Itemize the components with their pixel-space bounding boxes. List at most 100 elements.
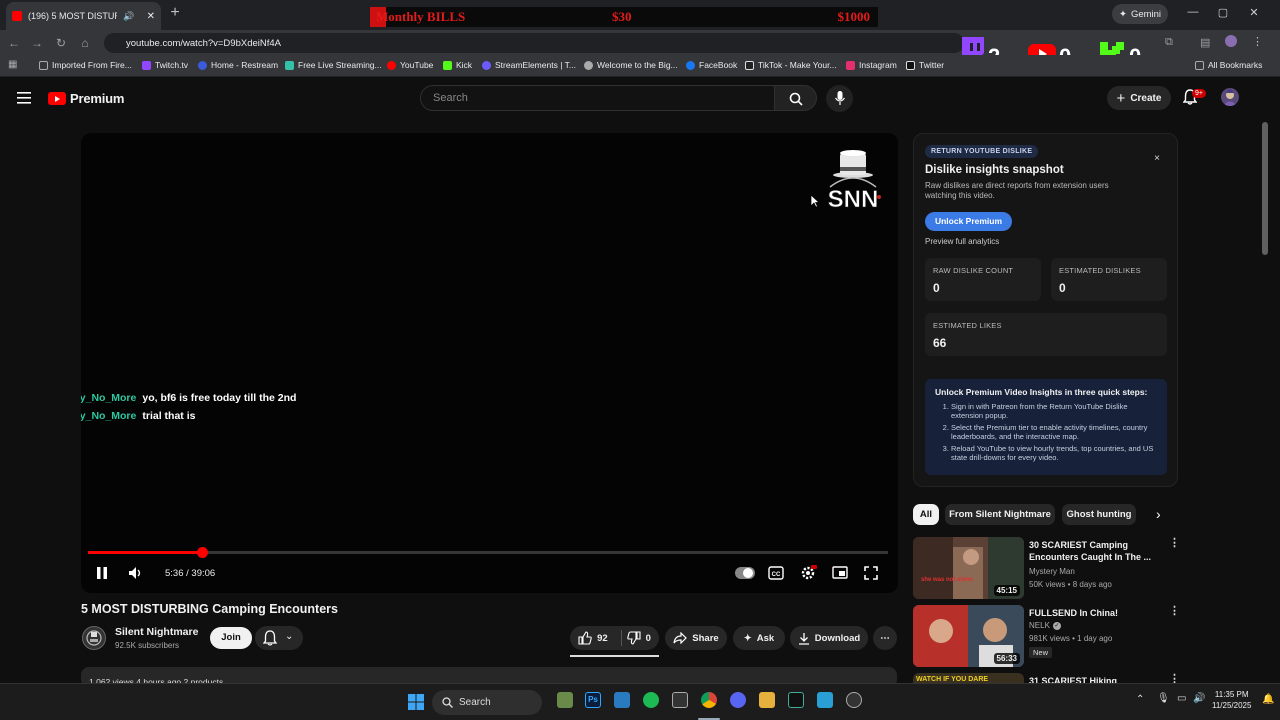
tab-close-icon[interactable]: ✕ xyxy=(147,11,155,22)
preview-analytics-link[interactable]: Preview full analytics xyxy=(925,237,999,246)
audio-app-icon[interactable] xyxy=(788,692,804,708)
channel-avatar[interactable] xyxy=(82,626,106,650)
taskbar-app-icon[interactable] xyxy=(557,692,573,708)
panel-close-icon[interactable]: × xyxy=(1154,153,1160,164)
recommended-video[interactable]: WATCH IF YOU DARE 31 SCARIEST Hiking Enc… xyxy=(913,673,1183,683)
spotify-icon[interactable] xyxy=(643,692,659,708)
unlock-premium-button[interactable]: Unlock Premium xyxy=(925,212,1012,231)
facebook-icon xyxy=(686,60,695,70)
captions-icon[interactable]: CC xyxy=(768,566,784,580)
more-vert-icon[interactable]: ⋮ xyxy=(1169,538,1180,549)
share-button[interactable]: Share xyxy=(665,626,727,650)
ask-button[interactable]: ✦ Ask xyxy=(733,626,785,650)
all-bookmarks[interactable]: All Bookmarks xyxy=(1195,60,1262,70)
bookmark-item[interactable]: StreamElements | T... xyxy=(482,60,576,70)
share-icon xyxy=(673,632,688,644)
video-thumbnail[interactable]: WATCH IF YOU DARE xyxy=(913,673,1024,683)
thumbs-up-icon[interactable] xyxy=(578,631,592,645)
sidepanel-icon[interactable]: ▤ xyxy=(1200,36,1210,49)
home-icon[interactable]: ⌂ xyxy=(78,36,92,50)
theater-mode-icon[interactable] xyxy=(832,566,848,579)
extensions-icon[interactable]: ⧉ xyxy=(1165,36,1173,49)
discord-icon[interactable] xyxy=(730,692,746,708)
video-thumbnail[interactable]: she was not alone 45:15 xyxy=(913,537,1024,599)
file-explorer-icon[interactable] xyxy=(759,692,775,708)
recommended-video[interactable]: 56:33 FULLSEND In China! NELK ✓ 981K vie… xyxy=(913,605,1183,667)
bookmark-item[interactable]: Home - Restream xyxy=(198,60,278,70)
chevron-up-icon[interactable]: ⌃ xyxy=(1136,694,1144,705)
taskbar-search[interactable]: Search xyxy=(432,690,542,715)
snn-logo-text: SNN xyxy=(828,186,879,213)
video-thumbnail[interactable]: 56:33 xyxy=(913,605,1024,667)
more-actions-button[interactable]: ⋯ xyxy=(873,626,897,650)
system-clock[interactable]: 11:35 PM 11/25/2025 xyxy=(1212,689,1251,711)
search-button[interactable] xyxy=(775,85,817,111)
profile-avatar[interactable] xyxy=(1225,35,1237,47)
chrome-menu-icon[interactable]: ⋮ xyxy=(1252,35,1263,48)
notepad-icon[interactable] xyxy=(817,692,833,708)
more-vert-icon[interactable]: ⋮ xyxy=(1169,674,1180,684)
chevron-right-icon[interactable]: › xyxy=(1156,506,1161,522)
video-channel: NELK xyxy=(1029,621,1050,630)
maximize-icon[interactable]: ▢ xyxy=(1216,6,1230,19)
scrubber-handle[interactable] xyxy=(197,547,209,558)
bookmark-item[interactable]: YouTube xyxy=(387,60,433,70)
apps-grid-icon[interactable]: ▦ xyxy=(8,59,17,70)
twitch-icon xyxy=(142,60,151,70)
join-button[interactable]: Join xyxy=(210,627,252,649)
back-icon[interactable]: ← xyxy=(7,36,21,50)
network-icon[interactable]: ▭ xyxy=(1177,693,1186,704)
channel-name[interactable]: Silent Nightmare xyxy=(115,626,198,638)
recommended-video[interactable]: she was not alone 45:15 30 SCARIEST Camp… xyxy=(913,537,1183,599)
terminal-icon[interactable] xyxy=(672,692,688,708)
bookmark-item[interactable]: Free Live Streaming... xyxy=(285,60,382,70)
volume-icon[interactable] xyxy=(128,566,143,580)
pause-icon[interactable] xyxy=(96,566,108,580)
notification-center-icon[interactable]: 🔔 xyxy=(1262,694,1274,705)
autoplay-toggle[interactable] xyxy=(735,567,755,579)
window-close-icon[interactable]: ✕ xyxy=(1247,6,1261,19)
chip-all[interactable]: All xyxy=(913,504,939,525)
new-tab-icon[interactable]: + xyxy=(168,5,182,21)
video-player[interactable]: SNN ✓ Slay_No_More yo, bf6 is free today… xyxy=(81,133,898,593)
bookmark-item[interactable]: Instagram xyxy=(846,60,897,70)
create-button[interactable]: + Create xyxy=(1107,86,1171,110)
bookmark-item[interactable]: Welcome to the Big... xyxy=(584,60,678,70)
account-avatar[interactable] xyxy=(1221,88,1239,106)
bookmark-item[interactable]: Twitch.tv xyxy=(142,60,188,70)
microphone-icon[interactable]: 🎙 xyxy=(1157,693,1170,704)
browser-tab[interactable]: (196) 5 MOST DISTURBING 🔊 ✕ xyxy=(6,2,161,30)
minimize-icon[interactable]: — xyxy=(1186,6,1200,18)
bookmark-item[interactable]: FaceBook xyxy=(686,60,737,70)
chip-from-channel[interactable]: From Silent Nightmare xyxy=(945,504,1055,525)
youtube-premium-logo[interactable]: Premium xyxy=(48,91,124,106)
page-scrollbar[interactable] xyxy=(1262,122,1268,255)
forward-icon[interactable]: → xyxy=(30,36,44,50)
bookmark-item[interactable]: Kick xyxy=(443,60,472,70)
steam-icon[interactable] xyxy=(846,692,862,708)
gemini-button[interactable]: ✦ Gemini xyxy=(1112,4,1168,24)
reload-icon[interactable]: ↻ xyxy=(54,36,68,50)
more-vert-icon[interactable]: ⋮ xyxy=(1169,606,1180,617)
chip-ghost-hunting[interactable]: Ghost hunting xyxy=(1062,504,1136,525)
bookmark-item[interactable]: Imported From Fire... xyxy=(39,60,132,70)
download-button[interactable]: Download xyxy=(790,626,868,650)
photoshop-icon[interactable]: Ps xyxy=(585,692,601,708)
photos-icon[interactable] xyxy=(614,692,630,708)
fullscreen-icon[interactable] xyxy=(864,566,878,580)
progress-bar[interactable] xyxy=(88,547,888,558)
chrome-icon[interactable] xyxy=(701,692,717,708)
search-input[interactable]: Search xyxy=(420,85,775,111)
thumbs-down-icon[interactable] xyxy=(626,631,641,645)
url-field[interactable]: youtube.com/watch?v=D9bXdeiNf4A xyxy=(104,33,964,53)
speaker-icon[interactable]: 🔊 xyxy=(123,11,134,22)
settings-gear-icon[interactable] xyxy=(800,565,817,581)
volume-icon[interactable]: 🔊 xyxy=(1193,693,1205,704)
voice-search-button[interactable] xyxy=(826,85,853,112)
subscription-bell-button[interactable]: ⌄ xyxy=(255,626,303,650)
menu-icon[interactable] xyxy=(17,92,31,104)
windows-start-icon[interactable] xyxy=(408,694,424,710)
bookmark-item[interactable]: Twitter xyxy=(906,60,944,70)
svg-text:CC: CC xyxy=(772,572,781,578)
bookmark-item[interactable]: TikTok - Make Your... xyxy=(745,60,837,70)
